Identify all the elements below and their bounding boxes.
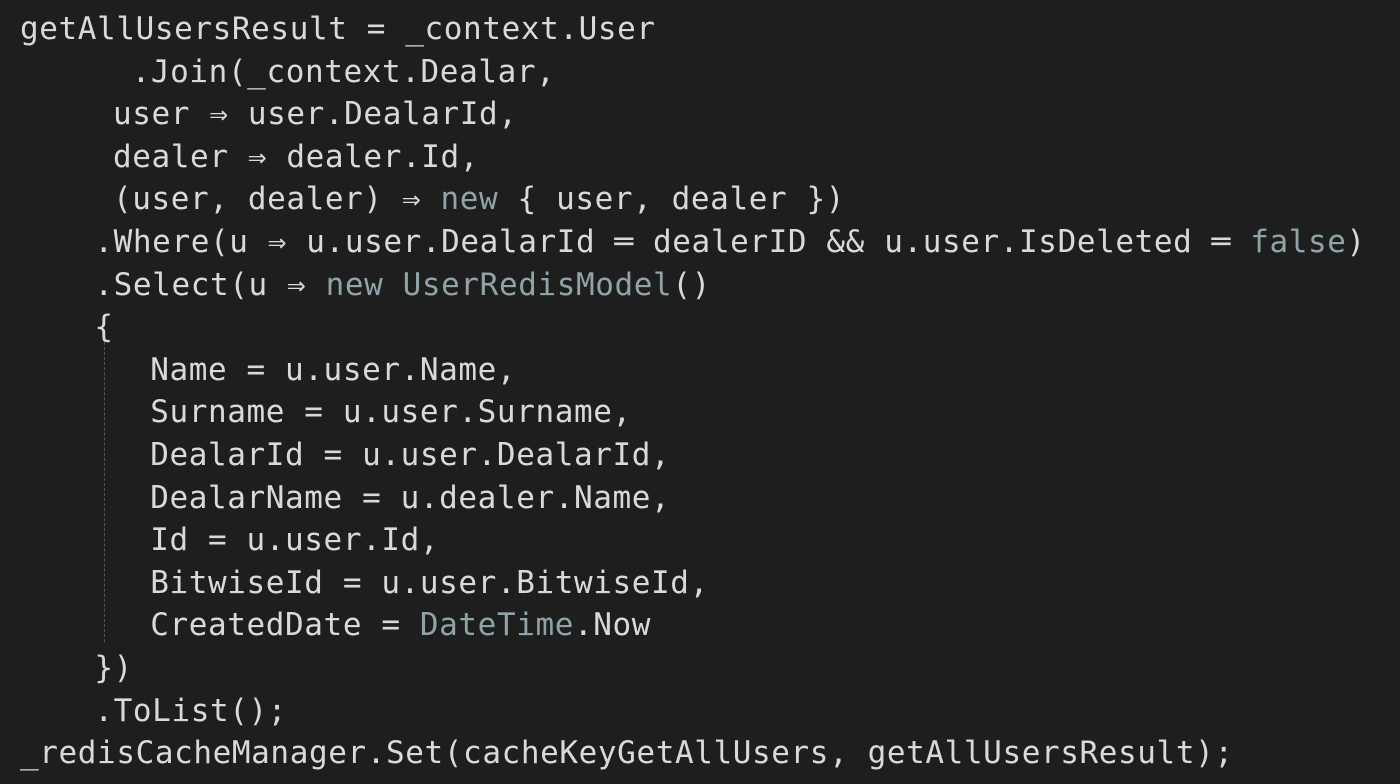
code-line-14[interactable]: BitwiseId = u.user.BitwiseId, <box>150 562 709 604</box>
code-line-18[interactable]: _redisCacheManager.Set(cacheKeyGetAllUse… <box>20 732 1234 774</box>
code-token: }) <box>94 650 133 686</box>
code-token: CreatedDate = <box>150 607 420 644</box>
code-token: Name = u.user.Name, <box>150 351 517 388</box>
code-line-3[interactable]: user ⇒ user.DealarId, <box>113 93 518 135</box>
code-token: dealer ⇒ dealer.Id, <box>113 138 480 175</box>
code-line-15[interactable]: CreatedDate = DateTime.Now <box>150 604 651 646</box>
code-token: .Now <box>574 607 652 644</box>
code-line-5[interactable]: (user, dealer) ⇒ new { user, dealer }) <box>113 178 845 220</box>
code-token: new <box>325 266 384 303</box>
code-token: .Select(u ⇒ <box>94 266 326 303</box>
code-token: ) <box>1346 224 1366 260</box>
code-line-16[interactable]: }) <box>94 647 133 689</box>
code-token: new <box>440 181 499 218</box>
indent-guide <box>104 342 105 642</box>
code-token: DateTime <box>419 607 574 644</box>
code-line-7[interactable]: .Select(u ⇒ new UserRedisModel() <box>94 264 710 306</box>
code-token: DealarName = u.dealer.Name, <box>150 479 671 516</box>
code-line-13[interactable]: Id = u.user.Id, <box>150 519 439 561</box>
code-token: BitwiseId = u.user.BitwiseId, <box>150 564 709 601</box>
code-line-9[interactable]: Name = u.user.Name, <box>150 349 516 391</box>
code-token: false <box>1250 224 1347 260</box>
code-token: () <box>672 266 711 303</box>
code-line-4[interactable]: dealer ⇒ dealer.Id, <box>113 136 479 178</box>
code-token: (user, dealer) ⇒ <box>113 181 441 218</box>
code-token: .Where(u ⇒ u.user.DealarId ═ dealerID &&… <box>94 224 1251 260</box>
code-token: .ToList(); <box>94 692 288 729</box>
code-token: { <box>94 309 114 346</box>
code-token: getAllUsersResult = _context.User <box>20 11 656 47</box>
code-token: .Join(_context.Dealar, <box>131 53 556 90</box>
code-line-11[interactable]: DealarId = u.user.DealarId, <box>150 434 670 476</box>
code-editor[interactable]: getAllUsersResult = _context.User .Join(_… <box>0 0 1400 784</box>
code-token: UserRedisModel <box>402 266 673 303</box>
code-line-12[interactable]: DealarName = u.dealer.Name, <box>150 477 670 519</box>
code-token: Id = u.user.Id, <box>150 522 440 559</box>
code-line-2[interactable]: .Join(_context.Dealar, <box>132 51 556 93</box>
code-token: { user, dealer }) <box>498 181 846 218</box>
code-token: user ⇒ user.DealarId, <box>113 96 518 133</box>
code-token: DealarId = u.user.DealarId, <box>150 437 671 473</box>
code-line-10[interactable]: Surname = u.user.Surname, <box>150 391 632 433</box>
code-line-17[interactable]: .ToList(); <box>94 690 287 732</box>
code-line-8[interactable]: { <box>94 306 113 348</box>
code-token: Surname = u.user.Surname, <box>150 394 632 431</box>
code-line-1[interactable]: getAllUsersResult = _context.User <box>20 8 656 50</box>
code-token: _redisCacheManager.Set(cacheKeyGetAllUse… <box>20 735 1234 772</box>
code-line-6[interactable]: .Where(u ⇒ u.user.DealarId ═ dealerID &&… <box>94 221 1365 263</box>
